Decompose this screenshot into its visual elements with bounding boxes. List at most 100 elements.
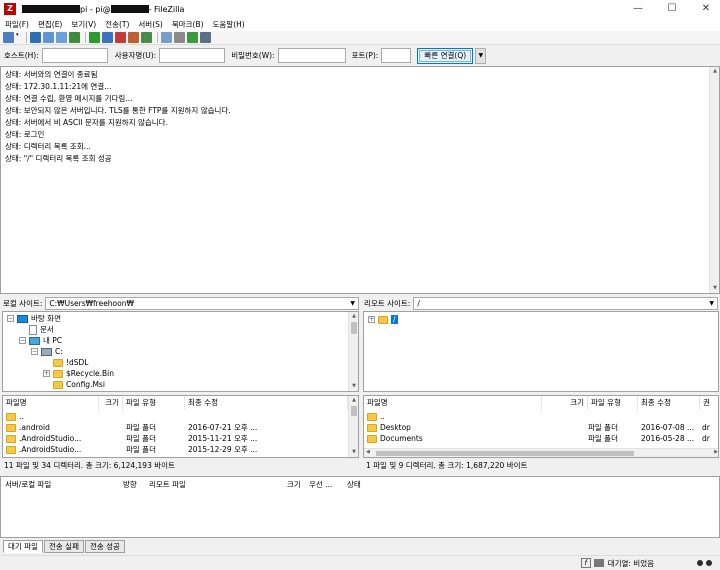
toggle-queue-icon[interactable]: [69, 32, 80, 43]
column-header-modified[interactable]: 최종 수정: [638, 396, 700, 410]
port-input[interactable]: [381, 48, 412, 63]
scroll-down-icon[interactable]: ▼: [710, 284, 719, 293]
log-line: 상태: 서버와의 연결이 종료됨: [5, 70, 98, 79]
scroll-up-icon[interactable]: ▲: [349, 312, 358, 321]
file-modified-cell: [188, 411, 348, 422]
chevron-down-icon[interactable]: ▼: [709, 298, 714, 309]
process-queue-icon[interactable]: [102, 32, 113, 43]
scroll-up-icon[interactable]: ▲: [349, 396, 358, 405]
menu-file[interactable]: 파일(F): [5, 19, 29, 30]
queue-column-direction[interactable]: 방향: [123, 479, 137, 490]
scroll-up-icon[interactable]: ▲: [710, 67, 719, 76]
site-manager-icon[interactable]: [3, 32, 14, 43]
scroll-down-icon[interactable]: ▼: [349, 448, 358, 457]
remote-file-row[interactable]: ..: [364, 411, 718, 422]
scroll-thumb[interactable]: [351, 322, 357, 334]
reconnect-icon[interactable]: [141, 32, 152, 43]
directory-filter-icon[interactable]: [161, 32, 172, 43]
remote-file-row[interactable]: Documents 파일 폴더 2016-05-28 ... dr: [364, 433, 718, 444]
column-header-type[interactable]: 파일 유형: [588, 396, 638, 410]
toggle-remote-tree-icon[interactable]: [56, 32, 67, 43]
toggle-local-tree-icon[interactable]: [43, 32, 54, 43]
local-tree-item[interactable]: − C:: [31, 346, 63, 357]
local-file-row[interactable]: .AndroidStudio... 파일 폴더 2015-12-29 오후 ...: [3, 444, 349, 455]
scroll-thumb[interactable]: [351, 406, 357, 416]
sync-browse-icon[interactable]: [187, 32, 198, 43]
scroll-down-icon[interactable]: ▼: [349, 382, 358, 391]
column-header-modified[interactable]: 최종 수정: [185, 396, 348, 410]
chevron-down-icon[interactable]: ▼: [350, 298, 355, 309]
queue-column-size[interactable]: 크기: [287, 479, 301, 490]
password-input[interactable]: [277, 48, 346, 63]
local-tree-label: Dell: [66, 391, 81, 392]
local-file-row[interactable]: ..: [3, 411, 349, 422]
local-tree-item[interactable]: − 바탕 화면: [7, 313, 61, 324]
local-tree-item[interactable]: − 내 PC: [19, 335, 62, 346]
message-log: 상태: 서버와의 연결이 종료됨 상태: 172.30.1.11:21에 연결.…: [0, 66, 720, 294]
log-scrollbar[interactable]: ▲ ▼: [709, 67, 719, 293]
menu-view[interactable]: 보기(V): [71, 19, 96, 30]
username-label: 사용자명(U):: [114, 51, 157, 60]
username-input[interactable]: [159, 48, 226, 63]
local-tree-item[interactable]: 문서: [19, 324, 54, 335]
queue-column-local-file[interactable]: 서버/로컬 파일: [5, 479, 51, 490]
tab-queued-files[interactable]: 대기 파일: [3, 540, 43, 553]
remote-path-input[interactable]: / ▼: [413, 296, 718, 310]
scroll-thumb[interactable]: [376, 451, 634, 456]
queue-column-status[interactable]: 상태: [347, 479, 361, 490]
local-tree-item[interactable]: Dell: [43, 390, 81, 393]
collapse-icon[interactable]: −: [31, 348, 38, 355]
disconnect-icon[interactable]: [128, 32, 139, 43]
cancel-icon[interactable]: [115, 32, 126, 43]
remote-file-row[interactable]: Desktop 파일 폴더 2016-07-08 ... dr: [364, 422, 718, 433]
scroll-left-icon[interactable]: ◀: [366, 449, 370, 455]
quickconnect-history-dropdown[interactable]: ▼: [475, 47, 487, 64]
menu-transfer[interactable]: 전송(T): [105, 19, 129, 30]
local-tree-item[interactable]: !dSDL: [43, 357, 88, 368]
collapse-icon[interactable]: −: [19, 337, 26, 344]
column-header-permissions[interactable]: 권: [700, 396, 718, 410]
tab-successful-transfers[interactable]: 전송 성공: [84, 540, 125, 553]
collapse-icon[interactable]: −: [7, 315, 14, 322]
refresh-icon[interactable]: [89, 32, 100, 43]
local-tree-item[interactable]: + $Recycle.Bin: [43, 368, 114, 379]
menu-help[interactable]: 도움말(H): [213, 19, 245, 30]
column-header-filename[interactable]: 파일명: [3, 396, 99, 410]
queue-column-remote-file[interactable]: 리모트 파일: [149, 479, 186, 490]
menu-server[interactable]: 서버(S): [138, 19, 162, 30]
compare-icon[interactable]: [174, 32, 185, 43]
menu-edit[interactable]: 편집(E): [38, 19, 62, 30]
column-header-filename[interactable]: 파일명: [364, 396, 542, 410]
column-header-type[interactable]: 파일 유형: [123, 396, 185, 410]
toggle-log-icon[interactable]: [30, 32, 41, 43]
remote-files-hscrollbar[interactable]: ◀ ▶: [364, 448, 718, 457]
local-tree-item[interactable]: Config.Msi: [43, 379, 105, 390]
remote-tree-root[interactable]: + /: [368, 314, 398, 325]
close-button[interactable]: ✕: [694, 0, 718, 18]
file-modified: 2015-12-29 오후 ...: [188, 445, 258, 454]
scroll-right-icon[interactable]: ▶: [714, 449, 718, 455]
search-icon[interactable]: [200, 32, 211, 43]
local-files-scrollbar[interactable]: ▲ ▼: [348, 396, 358, 457]
local-path-input[interactable]: C:₩Users₩freehoon₩ ▼: [45, 296, 359, 310]
local-tree-label: 문서: [40, 325, 54, 334]
column-header-size[interactable]: 크기: [542, 396, 588, 410]
local-file-row[interactable]: .AndroidStudio... 파일 폴더 2015-11-21 오후 ...: [3, 433, 349, 444]
local-tree-scrollbar[interactable]: ▲ ▼: [348, 312, 358, 391]
local-file-row[interactable]: .android 파일 폴더 2016-07-21 오후 ...: [3, 422, 349, 433]
menu-bar: 파일(F) 편집(E) 보기(V) 전송(T) 서버(S) 북마크(B) 도움말…: [0, 18, 720, 31]
minimize-button[interactable]: —: [626, 0, 650, 18]
folder-icon: [53, 392, 63, 393]
expand-icon[interactable]: +: [368, 316, 375, 323]
expand-icon[interactable]: +: [43, 370, 50, 377]
quickconnect-button[interactable]: 빠른 연결(Q): [417, 47, 474, 64]
file-type: 파일 폴더: [126, 445, 156, 454]
maximize-button[interactable]: ☐: [660, 0, 684, 18]
menu-bookmarks[interactable]: 북마크(B): [172, 19, 204, 30]
dropdown-arrow-icon[interactable]: ▾: [16, 32, 21, 43]
queue-column-priority[interactable]: 우선 ...: [309, 479, 332, 490]
host-input[interactable]: [41, 48, 108, 63]
tab-failed-transfers[interactable]: 전송 실패: [43, 540, 84, 553]
pc-icon: [29, 336, 40, 345]
column-header-size[interactable]: 크기: [99, 396, 123, 410]
